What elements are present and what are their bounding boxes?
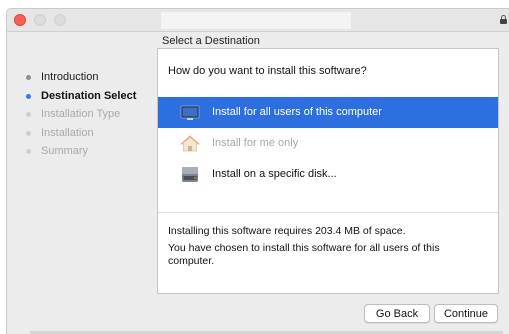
window-title xyxy=(161,12,351,29)
title-bar xyxy=(7,9,509,32)
option-label: Install for all users of this computer xyxy=(212,106,382,118)
option-me-only: Install for me only xyxy=(158,128,498,159)
option-label: Install for me only xyxy=(212,137,299,149)
zoom-button[interactable] xyxy=(54,14,66,26)
step-label: Destination Select xyxy=(41,89,137,102)
step-dot xyxy=(26,130,31,136)
destination-panel: How do you want to install this software… xyxy=(157,48,499,294)
step-dot xyxy=(26,93,31,99)
step-introduction: Introduction xyxy=(25,68,155,87)
option-label: Install on a specific disk... xyxy=(212,168,337,180)
lock-icon xyxy=(500,15,507,24)
step-label: Installation xyxy=(41,126,94,139)
step-destination-select: Destination Select xyxy=(25,87,155,106)
continue-button[interactable]: Continue xyxy=(434,304,498,323)
step-label: Installation Type xyxy=(41,108,121,120)
step-dot xyxy=(26,75,31,80)
panel-divider xyxy=(158,212,498,213)
step-dot xyxy=(26,112,31,117)
pane-heading: Select a Destination xyxy=(162,35,260,47)
option-all-users[interactable]: Install for all users of this computer xyxy=(158,97,498,128)
step-dot xyxy=(26,149,31,154)
step-summary: Summary xyxy=(25,142,155,161)
minimize-button[interactable] xyxy=(34,14,46,26)
step-installation-type: Installation Type xyxy=(25,105,155,124)
install-question: How do you want to install this software… xyxy=(168,65,367,77)
install-summary-text: You have chosen to install this software… xyxy=(168,242,440,267)
home-icon xyxy=(179,134,201,153)
install-options-list: Install for all users of this computer I… xyxy=(158,97,498,190)
step-installation: Installation xyxy=(25,124,155,143)
option-specific-disk[interactable]: Install on a specific disk... xyxy=(158,159,498,190)
close-button[interactable] xyxy=(14,14,26,26)
go-back-button[interactable]: Go Back xyxy=(364,304,430,323)
step-label: Introduction xyxy=(41,71,99,83)
steps-sidebar: Introduction Destination Select Installa… xyxy=(25,68,155,161)
computer-icon xyxy=(180,103,200,122)
disk-icon xyxy=(180,165,200,184)
space-requirement-text: Installing this software requires 203.4 … xyxy=(168,225,406,237)
step-label: Summary xyxy=(41,145,89,157)
